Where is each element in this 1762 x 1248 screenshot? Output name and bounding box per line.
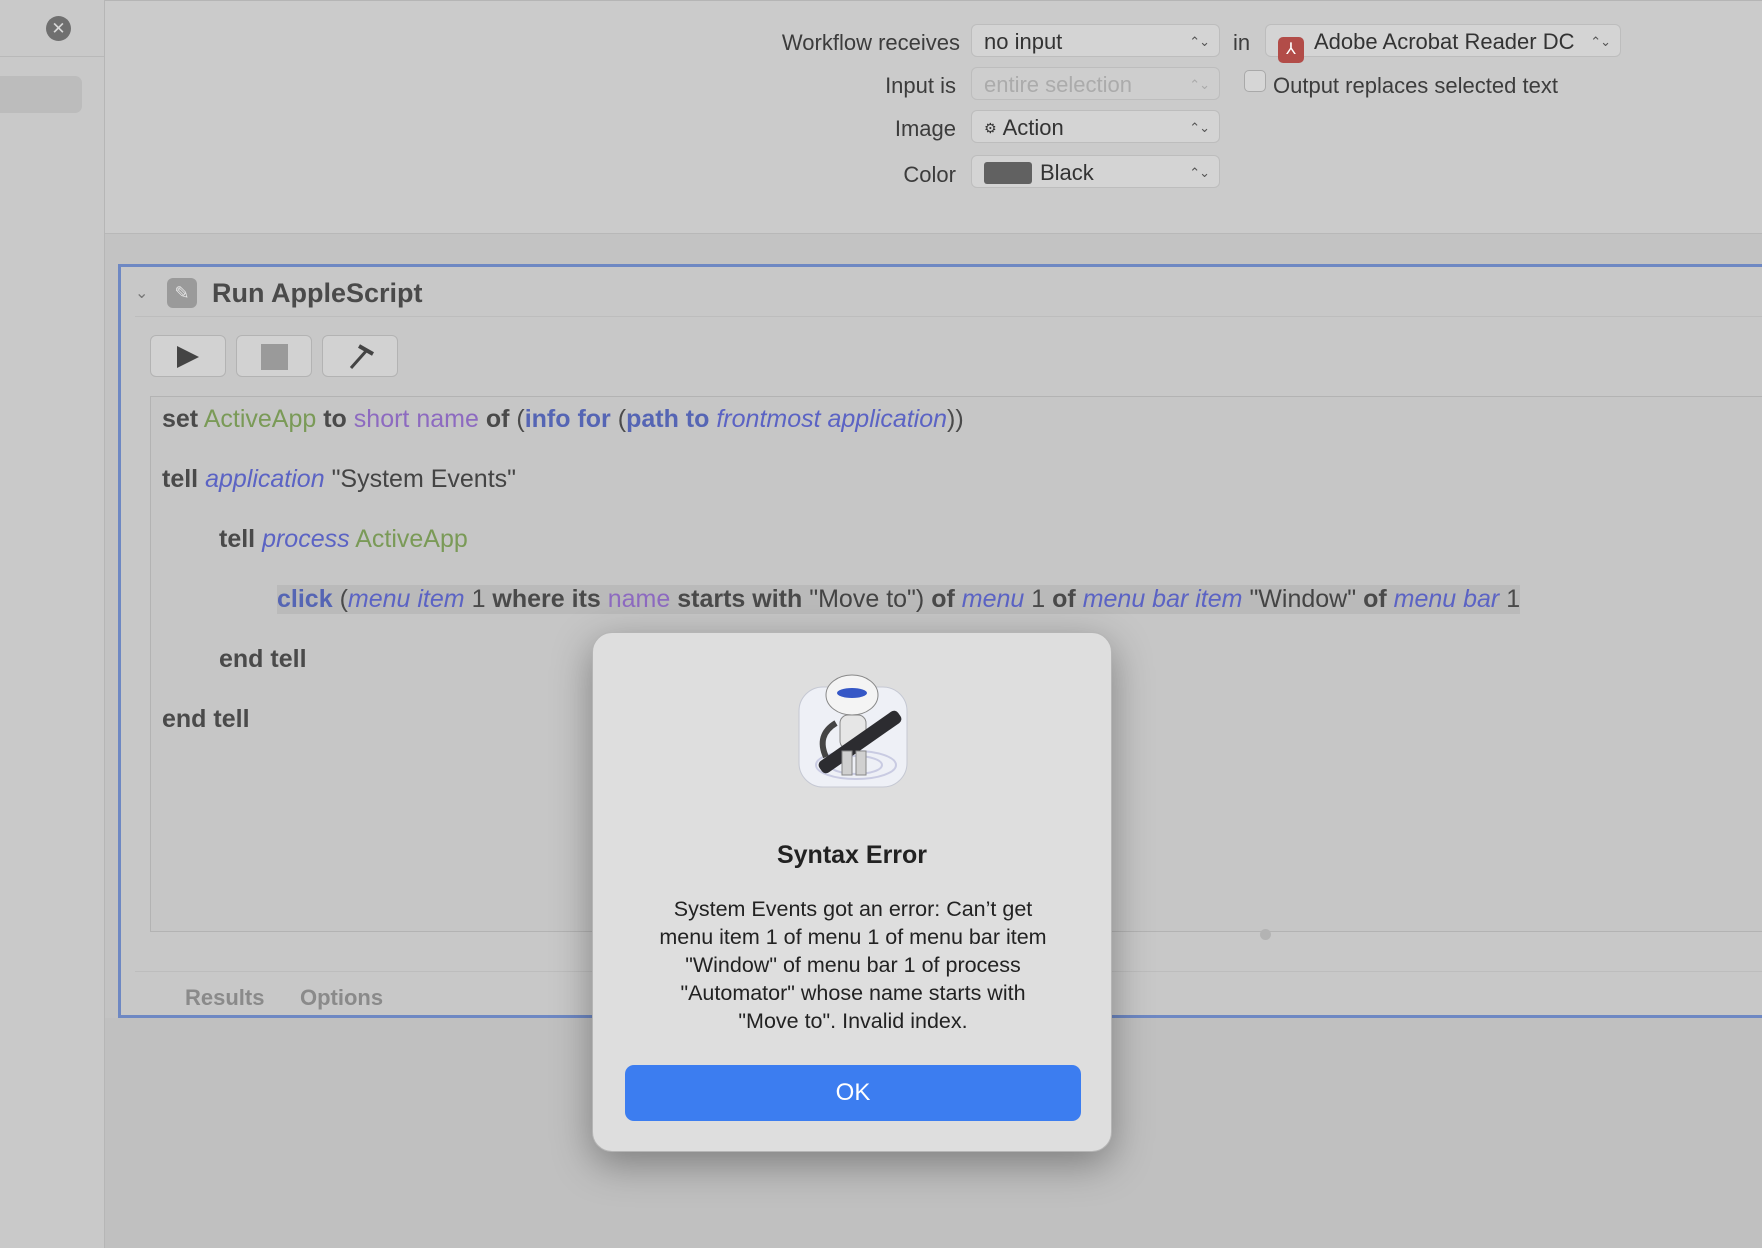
header-divider — [135, 316, 1762, 317]
updown-chevron-icon: ⌃⌄ — [1590, 34, 1611, 49]
sidebar-selected-item[interactable] — [0, 76, 82, 113]
script-line-6: end tell — [162, 705, 250, 733]
disclosure-chevron-icon[interactable]: ⌄ — [135, 283, 148, 303]
input-is-value: entire selection — [984, 72, 1132, 97]
updown-chevron-icon: ⌃⌄ — [1189, 77, 1210, 92]
input-is-popup: entire selection ⌃⌄ — [971, 67, 1220, 100]
applescript-icon: ✎ — [167, 278, 197, 308]
output-replaces-label: Output replaces selected text — [1273, 73, 1558, 98]
dialog-message: System Events got an error: Can’t get me… — [659, 897, 1047, 1033]
acrobat-icon: ⅄ — [1278, 37, 1304, 63]
input-is-label: Input is — [885, 73, 956, 98]
script-line-1: set ActiveApp to short name of (info for… — [162, 405, 964, 433]
run-button[interactable] — [150, 335, 226, 377]
workflow-settings: Workflow receives no input ⌃⌄ in ⅄ Adobe … — [105, 0, 1762, 234]
tab-results[interactable]: Results — [185, 985, 264, 1011]
in-label: in — [1233, 30, 1251, 55]
application-value: Adobe Acrobat Reader DC — [1314, 29, 1575, 54]
script-line-4: click (menu item 1 where its name starts… — [277, 585, 1521, 614]
workflow-receives-value: no input — [984, 29, 1063, 54]
library-sidebar: ✕ — [0, 0, 105, 1248]
play-icon — [177, 346, 199, 368]
script-line-5: end tell — [219, 645, 307, 673]
workflow-receives-label: Workflow receives — [781, 30, 960, 55]
application-popup[interactable]: ⅄ Adobe Acrobat Reader DC ⌃⌄ — [1265, 24, 1621, 63]
color-popup[interactable]: Black ⌃⌄ — [971, 155, 1220, 188]
image-popup[interactable]: ⚙ Action ⌃⌄ — [971, 110, 1220, 143]
color-value: Black — [1040, 160, 1094, 185]
color-swatch — [984, 162, 1032, 184]
workflow-receives-popup[interactable]: no input ⌃⌄ — [971, 24, 1220, 57]
resize-handle[interactable] — [1260, 929, 1271, 940]
stop-button[interactable] — [236, 335, 312, 377]
script-line-3: tell process ActiveApp — [219, 525, 468, 553]
tab-options[interactable]: Options — [300, 985, 383, 1011]
stop-icon — [261, 344, 288, 370]
action-title: Run AppleScript — [212, 278, 423, 308]
image-label: Image — [894, 116, 956, 141]
updown-chevron-icon: ⌃⌄ — [1189, 34, 1210, 49]
image-value: Action — [1002, 115, 1064, 140]
updown-chevron-icon: ⌃⌄ — [1189, 165, 1210, 180]
compile-button[interactable] — [322, 335, 398, 377]
script-line-2: tell application "System Events" — [162, 465, 517, 493]
hammer-icon — [349, 344, 374, 369]
output-replaces-checkbox[interactable] — [1244, 70, 1266, 92]
ok-button[interactable]: OK — [625, 1065, 1081, 1121]
automator-robot-icon — [798, 674, 908, 788]
syntax-error-dialog: Syntax Error System Events got an error:… — [592, 632, 1112, 1152]
updown-chevron-icon: ⌃⌄ — [1189, 120, 1210, 135]
color-label: Color — [903, 162, 956, 187]
sidebar-divider — [0, 56, 104, 57]
action-icon: ⚙ — [984, 120, 997, 136]
dialog-title: Syntax Error — [776, 841, 928, 869]
close-icon[interactable]: ✕ — [46, 16, 71, 41]
